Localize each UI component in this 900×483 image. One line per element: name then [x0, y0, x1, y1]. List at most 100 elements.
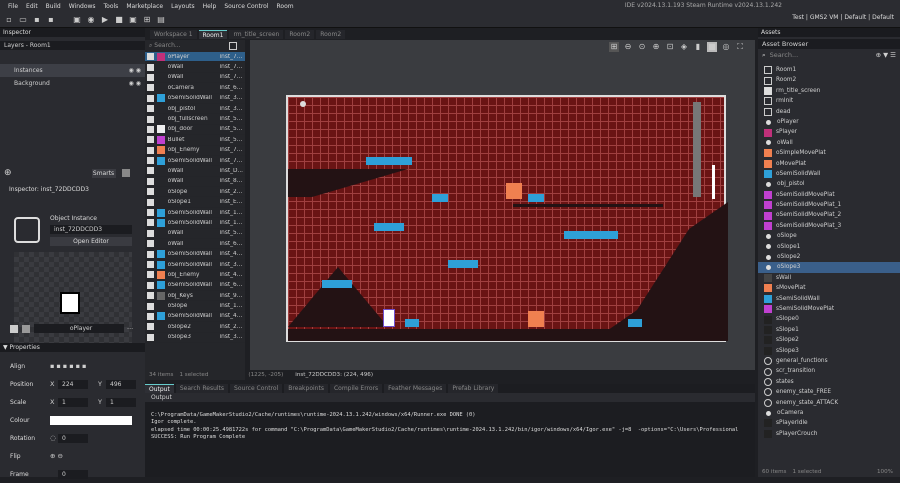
- instance-row[interactable]: oWall inst_6...: [145, 239, 245, 250]
- output-tab[interactable]: Output: [145, 384, 174, 393]
- camera-instance[interactable]: [300, 101, 306, 107]
- layer-background[interactable]: Background ◉ ◉: [0, 77, 145, 90]
- object-name-field[interactable]: oPlayer: [34, 324, 124, 333]
- package-icon[interactable]: ▤: [156, 15, 166, 25]
- semisolid-wall[interactable]: [448, 260, 478, 268]
- instance-row[interactable]: oWall inst_D...: [145, 166, 245, 177]
- visibility-checkbox[interactable]: [147, 136, 154, 144]
- asset-item[interactable]: sSlope1: [758, 325, 900, 335]
- visibility-checkbox[interactable]: [147, 53, 154, 61]
- menu-item[interactable]: Build: [46, 3, 61, 10]
- visibility-checkbox[interactable]: [147, 63, 154, 71]
- add-asset-icon[interactable]: ⊕ ▼ ☰: [876, 51, 896, 59]
- semisolid-wall[interactable]: [366, 157, 412, 165]
- asset-item[interactable]: sSemiSolidMovePlat: [758, 304, 900, 314]
- instance-row[interactable]: oSemiSolidWall inst_1...: [145, 208, 245, 219]
- semisolid-wall[interactable]: [528, 194, 544, 202]
- open-editor-button[interactable]: Open Editor: [50, 237, 132, 246]
- instance-row[interactable]: oSemiSolidWall inst_3...: [145, 94, 245, 104]
- asset-item[interactable]: oSemiSolidMovePlat: [758, 190, 900, 200]
- visibility-checkbox[interactable]: [147, 302, 154, 310]
- layer-instances[interactable]: Instances ◉ ◉: [0, 64, 145, 77]
- semisolid-wall[interactable]: [628, 319, 642, 327]
- asset-item[interactable]: enemy_state_ATTACK: [758, 398, 900, 408]
- target-selector[interactable]: Test | GMS2 VM | Default | Default: [792, 14, 894, 21]
- asset-item[interactable]: oSimpleMovePlat: [758, 148, 900, 158]
- visibility-checkbox[interactable]: [147, 281, 154, 289]
- move-plat[interactable]: [506, 183, 522, 199]
- scale-x-field[interactable]: 1: [58, 397, 88, 407]
- instance-row[interactable]: oSlope inst_1...: [145, 301, 245, 312]
- assets-tab[interactable]: Assets: [758, 28, 900, 37]
- asset-item[interactable]: obj_pistol: [758, 179, 900, 189]
- save-icon[interactable]: ▪: [32, 15, 42, 25]
- instance-row[interactable]: oSlope inst_2...: [145, 187, 245, 198]
- instance-row[interactable]: oSlope2 inst_2...: [145, 322, 245, 333]
- asset-item[interactable]: oSemiSolidMovePlat_1: [758, 200, 900, 210]
- zoom-fit-icon[interactable]: ⊡: [665, 42, 675, 52]
- asset-item[interactable]: oSlope2: [758, 252, 900, 262]
- frame-field[interactable]: 0: [58, 469, 88, 479]
- output-tab[interactable]: Prefab Library: [448, 384, 499, 393]
- room-canvas[interactable]: [286, 95, 728, 342]
- asset-item[interactable]: rm_title_screen: [758, 86, 900, 96]
- instance-row[interactable]: obj_Keys inst_9...: [145, 291, 245, 302]
- instance-row[interactable]: Bullet inst_5...: [145, 135, 245, 146]
- instance-row[interactable]: oWall inst_7...: [145, 73, 245, 84]
- visibility-checkbox[interactable]: [147, 94, 154, 102]
- asset-item[interactable]: sSlope0: [758, 314, 900, 324]
- target-icon[interactable]: ◎: [721, 42, 731, 52]
- instance-name-field[interactable]: inst_72DDCDD3: [50, 225, 132, 234]
- build-icon[interactable]: ▣: [72, 15, 82, 25]
- doc-tab[interactable]: Workspace 1: [150, 30, 197, 39]
- debug-icon[interactable]: ▣: [128, 15, 138, 25]
- asset-item[interactable]: enemy_state_FREE: [758, 387, 900, 397]
- output-tab[interactable]: Feather Messages: [384, 384, 447, 393]
- filter-icon[interactable]: [229, 42, 237, 50]
- asset-zoom[interactable]: 100%: [877, 469, 893, 475]
- visibility-checkbox[interactable]: [147, 73, 154, 81]
- zoom-in-icon[interactable]: ⊕: [651, 42, 661, 52]
- fullscreen-icon[interactable]: ⛶: [735, 42, 745, 52]
- instance-row[interactable]: oSemiSolidWall inst_3...: [145, 260, 245, 271]
- asset-item[interactable]: oCamera: [758, 408, 900, 418]
- zoom-reset-icon[interactable]: ⊙: [637, 42, 647, 52]
- visibility-checkbox[interactable]: [147, 198, 154, 206]
- output-tab[interactable]: Source Control: [230, 384, 283, 393]
- asset-item[interactable]: dead: [758, 107, 900, 117]
- clean-icon[interactable]: ◉: [86, 15, 96, 25]
- smarts-button[interactable]: Smarts: [91, 168, 116, 178]
- asset-item[interactable]: sSlope2: [758, 335, 900, 345]
- asset-item[interactable]: oSemiSolidMovePlat_2: [758, 210, 900, 220]
- stop-icon[interactable]: ■: [114, 15, 124, 25]
- visibility-checkbox[interactable]: [147, 177, 154, 185]
- asset-item[interactable]: scr_transition: [758, 366, 900, 376]
- asset-search-input[interactable]: Search...: [770, 51, 799, 59]
- asset-item[interactable]: oSemiSolidMovePlat_3: [758, 221, 900, 231]
- stop-icon[interactable]: ■: [707, 42, 717, 52]
- asset-item[interactable]: Room2: [758, 75, 900, 85]
- visibility-checkbox[interactable]: [147, 229, 154, 237]
- zoom-out-icon[interactable]: ⊖: [623, 42, 633, 52]
- align-icons[interactable]: ▪▪▪▪▪▪: [50, 362, 88, 370]
- rotation-dial-icon[interactable]: ◌: [50, 434, 58, 442]
- visibility-checkbox[interactable]: [147, 84, 154, 92]
- visibility-checkbox[interactable]: [147, 157, 154, 165]
- visibility-checkbox[interactable]: [147, 219, 154, 227]
- menu-item[interactable]: Tools: [104, 3, 119, 10]
- save-all-icon[interactable]: ▪: [46, 15, 56, 25]
- instance-row[interactable]: oPlayer inst_7...: [145, 52, 245, 63]
- asset-item[interactable]: sPlayer: [758, 127, 900, 137]
- semisolid-wall[interactable]: [432, 194, 448, 202]
- run-icon[interactable]: ▶: [100, 15, 110, 25]
- instance-row[interactable]: obj_pistol inst_3...: [145, 104, 245, 115]
- more-icon[interactable]: ···: [127, 325, 133, 333]
- visibility-checkbox[interactable]: [147, 188, 154, 196]
- instance-row[interactable]: obj_Enemy inst_7...: [145, 146, 245, 156]
- y-field[interactable]: 496: [106, 379, 136, 389]
- menu-item[interactable]: Windows: [69, 3, 96, 10]
- edit-object-icon[interactable]: [22, 324, 30, 333]
- camera-icon[interactable]: ◈: [679, 42, 689, 52]
- x-field[interactable]: 224: [58, 379, 88, 389]
- doc-tab[interactable]: Room2: [285, 30, 315, 39]
